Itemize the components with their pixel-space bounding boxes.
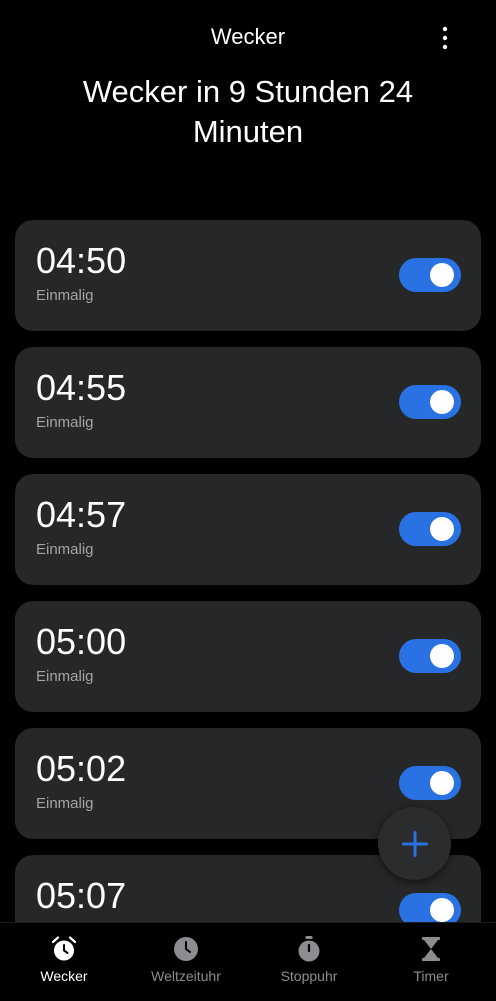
alarm-toggle[interactable] xyxy=(399,385,461,419)
alarm-toggle[interactable] xyxy=(399,512,461,546)
alarm-time: 04:50 xyxy=(36,240,127,281)
bottom-navigation: Wecker Weltzeituhr Stoppuhr Timer xyxy=(0,922,496,1001)
app-title: Wecker xyxy=(210,24,286,49)
top-bar: Wecker xyxy=(0,0,496,74)
alarm-time: 05:02 xyxy=(36,748,127,789)
tab-label: Timer xyxy=(413,968,449,984)
toggle-knob xyxy=(430,771,454,795)
toggle-knob xyxy=(430,263,454,287)
toggle-knob xyxy=(430,390,454,414)
alarm-time: 05:07 xyxy=(36,875,127,916)
alarm-time: 05:00 xyxy=(36,621,127,662)
alarm-repeat-label: Einmalig xyxy=(36,414,94,431)
clock-icon xyxy=(172,935,200,963)
more-vertical-icon xyxy=(442,26,448,50)
alarm-card[interactable]: 04:57 Einmalig xyxy=(15,474,481,585)
alarm-toggle[interactable] xyxy=(399,258,461,292)
more-options-button[interactable] xyxy=(430,24,460,52)
tab-stoppuhr[interactable]: Stoppuhr xyxy=(247,923,371,1001)
alarm-time: 04:55 xyxy=(36,367,127,408)
alarm-card[interactable]: 05:00 Einmalig xyxy=(15,601,481,712)
hourglass-icon xyxy=(417,935,445,963)
tab-label: Stoppuhr xyxy=(280,968,338,984)
tab-wecker[interactable]: Wecker xyxy=(2,923,126,1001)
stopwatch-icon xyxy=(295,935,323,963)
alarm-toggle[interactable] xyxy=(399,766,461,800)
tab-weltzeituhr[interactable]: Weltzeituhr xyxy=(124,923,248,1001)
alarm-repeat-label: Einmalig xyxy=(36,541,94,558)
alarm-toggle[interactable] xyxy=(399,639,461,673)
plus-icon xyxy=(401,830,428,857)
alarm-repeat-label: Einmalig xyxy=(36,795,94,812)
toggle-knob xyxy=(430,898,454,922)
add-alarm-button[interactable] xyxy=(378,807,451,880)
next-alarm-headline: Wecker in 9 Stunden 24 Minuten xyxy=(82,74,414,149)
alarm-repeat-label: Einmalig xyxy=(36,287,94,304)
tab-label: Weltzeituhr xyxy=(151,968,221,984)
alarm-card[interactable]: 04:50 Einmalig xyxy=(15,220,481,331)
toggle-knob xyxy=(430,517,454,541)
alarm-time: 04:57 xyxy=(36,494,127,535)
alarm-repeat-label: Einmalig xyxy=(36,668,94,685)
alarm-clock-icon xyxy=(50,935,78,963)
alarm-card[interactable]: 04:55 Einmalig xyxy=(15,347,481,458)
tab-timer[interactable]: Timer xyxy=(369,923,493,1001)
tab-label: Wecker xyxy=(40,968,88,984)
toggle-knob xyxy=(430,644,454,668)
